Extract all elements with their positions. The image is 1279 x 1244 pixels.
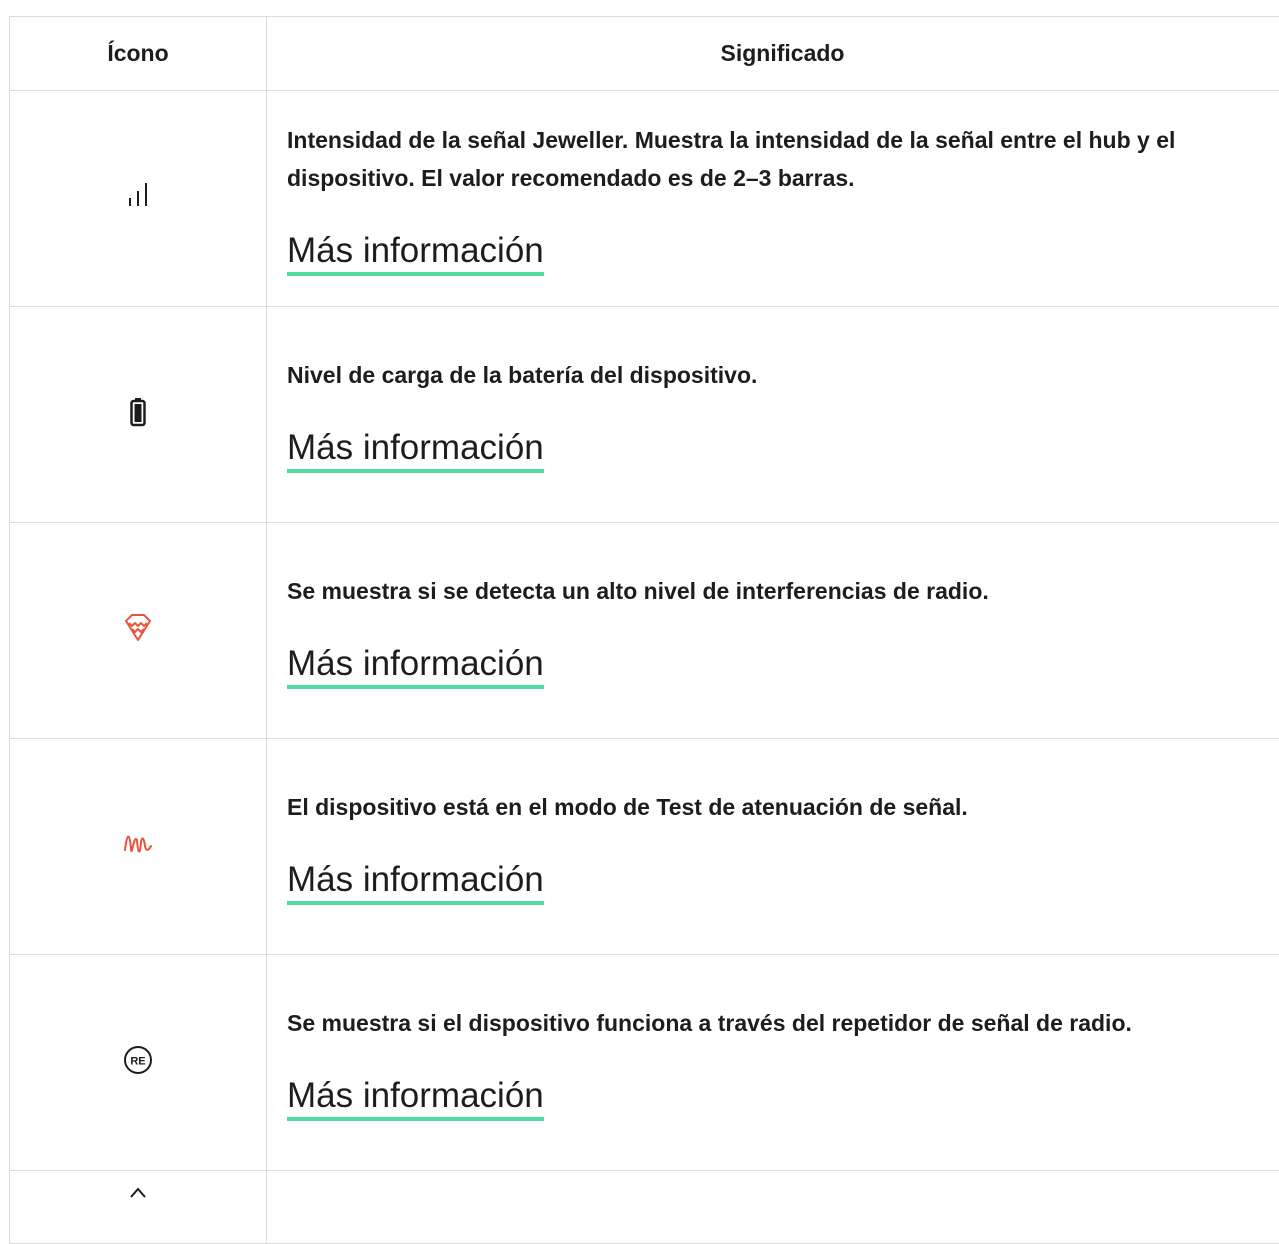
header-icon-column: Ícono	[10, 17, 267, 91]
svg-text:RE: RE	[130, 1056, 145, 1068]
table-row: El dispositivo está en el modo de Test d…	[10, 739, 1279, 955]
icon-cell	[10, 523, 267, 739]
radio-interference-icon	[122, 612, 154, 644]
more-info-link[interactable]: Más información	[287, 643, 544, 689]
meaning-cell: Se muestra si se detecta un alto nivel d…	[267, 523, 1279, 739]
attenuation-test-icon	[122, 828, 154, 860]
meaning-cell: El dispositivo está en el modo de Test d…	[267, 739, 1279, 955]
table-row: Nivel de carga de la batería del disposi…	[10, 307, 1279, 523]
table-header-row: Ícono Significado	[10, 17, 1279, 91]
row-description: Nivel de carga de la batería del disposi…	[287, 356, 1274, 394]
more-info-link[interactable]: Más información	[287, 859, 544, 905]
table-row	[10, 1171, 1279, 1244]
icon-cell	[10, 91, 267, 307]
header-meaning-column: Significado	[267, 17, 1279, 91]
row-description: Se muestra si el dispositivo funciona a …	[287, 1004, 1274, 1042]
row-description: Intensidad de la señal Jeweller. Muestra…	[287, 121, 1274, 197]
meaning-cell: Nivel de carga de la batería del disposi…	[267, 307, 1279, 523]
icon-cell: RE	[10, 955, 267, 1171]
more-info-link[interactable]: Más información	[287, 427, 544, 473]
meaning-cell: Intensidad de la señal Jeweller. Muestra…	[267, 91, 1279, 307]
row-description: Se muestra si se detecta un alto nivel d…	[287, 572, 1274, 610]
more-info-link[interactable]: Más información	[287, 1075, 544, 1121]
partial-icon	[122, 1183, 154, 1215]
repeater-icon: RE	[122, 1044, 154, 1076]
row-description: El dispositivo está en el modo de Test d…	[287, 788, 1274, 826]
icons-table: Ícono Significado Intensidad de la señal…	[9, 16, 1279, 1244]
battery-icon	[122, 396, 154, 428]
meaning-cell: Se muestra si el dispositivo funciona a …	[267, 955, 1279, 1171]
signal-strength-icon	[122, 180, 154, 212]
table-row: RE Se muestra si el dispositivo funciona…	[10, 955, 1279, 1171]
icon-cell	[10, 739, 267, 955]
table-row: Se muestra si se detecta un alto nivel d…	[10, 523, 1279, 739]
icon-cell	[10, 1171, 267, 1244]
meaning-cell	[267, 1171, 1279, 1244]
icon-cell	[10, 307, 267, 523]
more-info-link[interactable]: Más información	[287, 230, 544, 276]
table-row: Intensidad de la señal Jeweller. Muestra…	[10, 91, 1279, 307]
